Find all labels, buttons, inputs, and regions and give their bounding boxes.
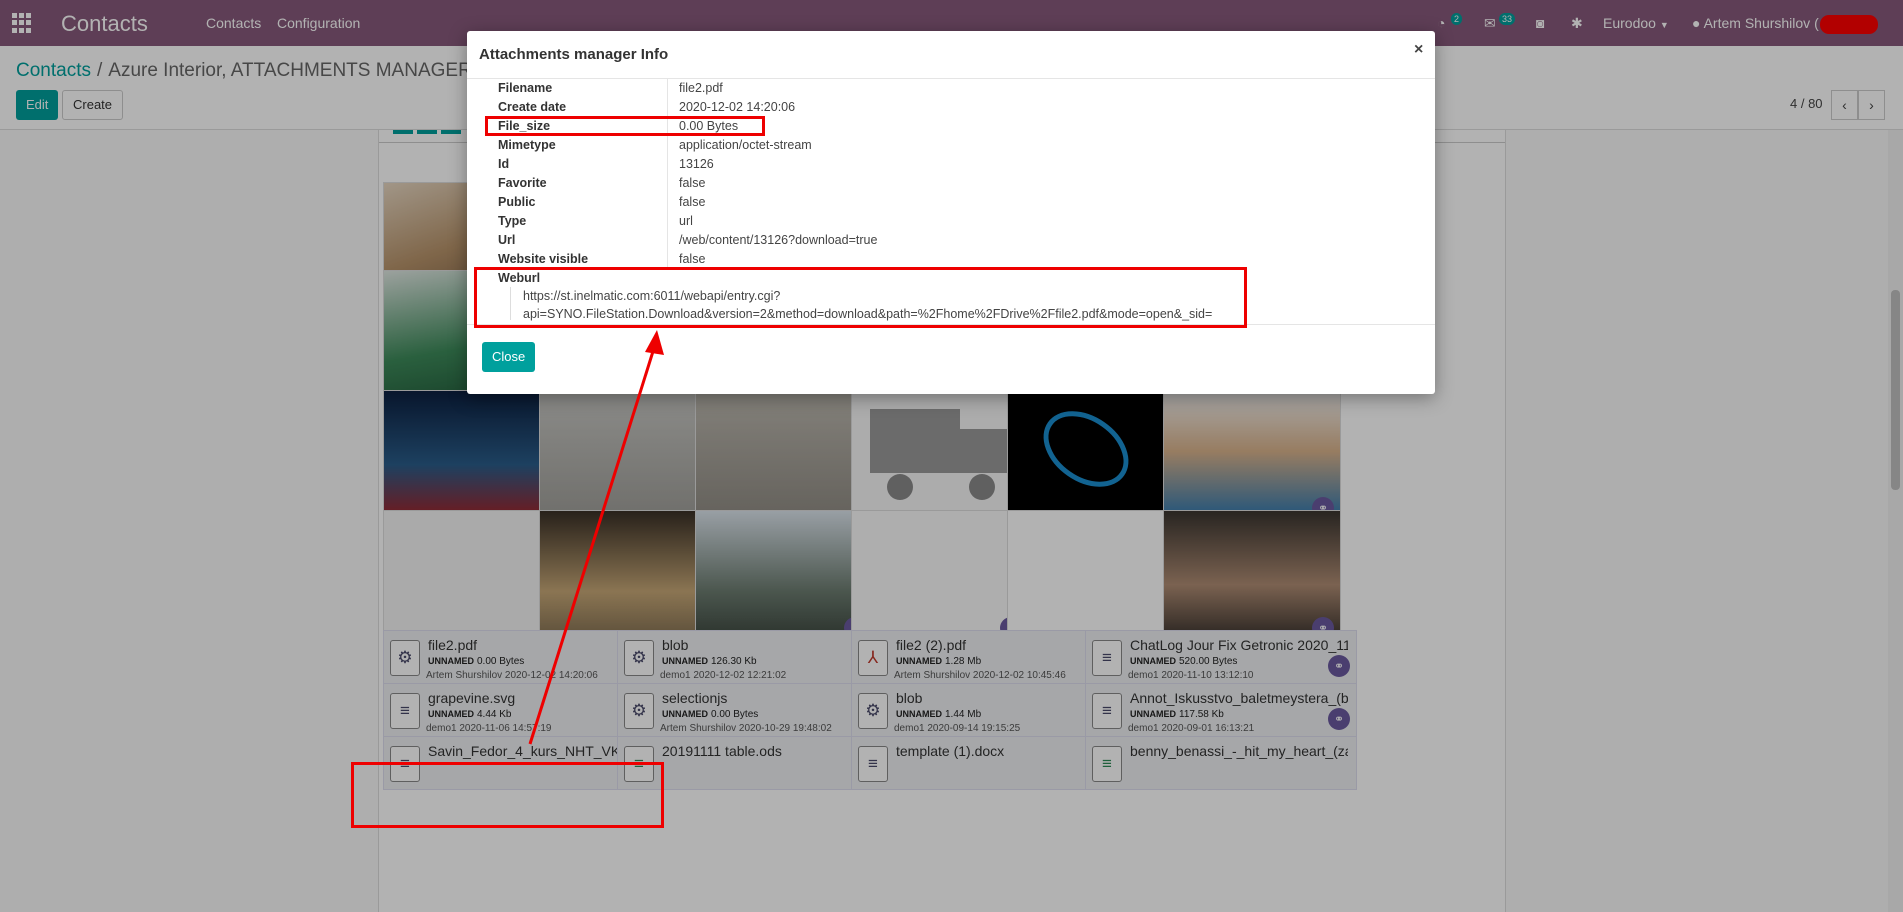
close-button[interactable]: Close — [482, 342, 536, 372]
field-key: Filename — [498, 81, 553, 95]
field-value: /web/content/13126?download=true — [679, 233, 878, 247]
field-value: url — [679, 214, 693, 228]
close-icon[interactable]: × — [1414, 41, 1423, 59]
dialog-title: Attachments manager Info — [479, 46, 669, 63]
field-value: 2020-12-02 14:20:06 — [679, 100, 796, 114]
info-row-mimetype: Mimetype application/octet-stream — [467, 136, 1435, 155]
highlight-file-card — [351, 762, 664, 828]
field-value: false — [679, 195, 706, 209]
field-key: Create date — [498, 100, 567, 114]
field-key: Id — [498, 157, 510, 171]
field-key: Favorite — [498, 176, 547, 190]
field-value: application/octet-stream — [679, 138, 812, 152]
info-row-favorite: Favorite false — [467, 174, 1435, 193]
field-key: Public — [498, 195, 536, 209]
info-row-type: Type url — [467, 212, 1435, 231]
field-value: 13126 — [679, 157, 714, 171]
field-key: Type — [498, 214, 527, 228]
info-row-url: Url /web/content/13126?download=true — [467, 231, 1435, 250]
field-value: false — [679, 176, 706, 190]
info-row-create-date: Create date 2020-12-02 14:20:06 — [467, 98, 1435, 117]
field-key: Website visible — [498, 252, 589, 266]
info-row-id: Id 13126 — [467, 155, 1435, 174]
attachments-info-dialog: Attachments manager Info × Filename file… — [467, 31, 1435, 394]
field-key: Mimetype — [498, 138, 556, 152]
field-value: file2.pdf — [679, 81, 723, 95]
info-row-public: Public false — [467, 193, 1435, 212]
info-row-filename: Filename file2.pdf — [467, 79, 1435, 98]
field-key: Url — [498, 233, 516, 247]
highlight-weburl — [474, 267, 1247, 328]
field-value: false — [679, 252, 706, 266]
highlight-file-size — [485, 116, 765, 136]
